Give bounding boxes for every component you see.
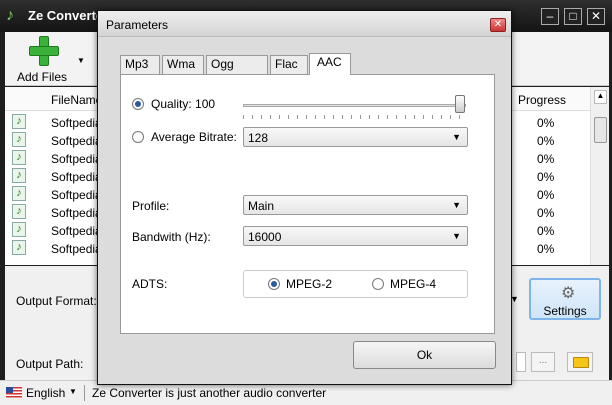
row-progress: 0%: [537, 116, 555, 130]
chevron-down-icon: ▼: [452, 132, 461, 142]
row-progress: 0%: [537, 152, 555, 166]
audio-file-icon: ♪: [12, 240, 26, 255]
quality-radio[interactable]: [132, 98, 144, 110]
status-text: Ze Converter is just another audio conve…: [92, 386, 327, 400]
adts-mpeg4-label: MPEG-4: [390, 277, 437, 291]
audio-file-icon: ♪: [12, 168, 26, 183]
dialog-title-bar: Parameters ✕: [98, 11, 511, 37]
tab-ogg-vorbis[interactable]: Ogg Vorbis: [206, 55, 268, 88]
output-path-label: Output Path:: [16, 357, 84, 371]
audio-file-icon: ♪: [12, 222, 26, 237]
output-path-input[interactable]: [516, 352, 526, 372]
language-selector[interactable]: English: [26, 386, 65, 400]
chevron-up-icon[interactable]: ▲: [594, 90, 607, 104]
open-folder-button[interactable]: [567, 352, 593, 372]
chevron-down-icon[interactable]: ▼: [77, 56, 85, 65]
row-filename: Softpedia: [51, 224, 102, 238]
plus-icon: [29, 36, 59, 66]
folder-icon: [573, 357, 589, 368]
vertical-scrollbar[interactable]: ▲: [590, 87, 609, 265]
audio-file-icon: ♪: [12, 132, 26, 147]
output-format-label: Output Format:: [16, 294, 97, 308]
quality-slider[interactable]: [243, 104, 466, 107]
maximize-button[interactable]: □: [564, 8, 582, 25]
row-filename: Softpedia: [51, 152, 102, 166]
adts-mpeg2-label: MPEG-2: [286, 277, 333, 291]
quality-label: Quality: 100: [151, 97, 216, 111]
row-progress: 0%: [537, 224, 555, 238]
aac-settings-panel: Quality: 100 Average Bitrate: 128 ▼ Prof…: [120, 74, 495, 334]
settings-button[interactable]: ⚙ Settings: [529, 278, 601, 320]
slider-ticks: [243, 115, 466, 119]
adts-group: MPEG-2 MPEG-4: [243, 270, 468, 298]
us-flag-icon: [6, 387, 22, 398]
chevron-down-icon: ▼: [452, 231, 461, 241]
browse-button[interactable]: ...: [531, 352, 555, 372]
audio-file-icon: ♪: [12, 186, 26, 201]
profile-label: Profile:: [132, 199, 170, 213]
row-progress: 0%: [537, 134, 555, 148]
average-bitrate-select[interactable]: 128 ▼: [243, 127, 468, 147]
add-files-button[interactable]: Add Files: [9, 34, 79, 84]
add-files-label: Add Files: [16, 70, 68, 84]
chevron-down-icon: ▼: [452, 200, 461, 210]
profile-value: Main: [248, 199, 275, 213]
profile-select[interactable]: Main ▼: [243, 195, 468, 215]
row-filename: Softpedia: [51, 116, 102, 130]
adts-mpeg2-radio[interactable]: [268, 278, 280, 290]
dialog-close-button[interactable]: ✕: [490, 18, 506, 32]
status-separator: [84, 385, 85, 401]
column-header-progress[interactable]: Progress: [518, 93, 566, 107]
audio-file-icon: ♪: [12, 150, 26, 165]
column-header-filename[interactable]: FileName: [51, 93, 102, 107]
row-progress: 0%: [537, 170, 555, 184]
audio-file-icon: ♪: [12, 114, 26, 129]
settings-label: Settings: [543, 304, 587, 318]
ok-button[interactable]: Ok: [353, 341, 496, 369]
row-progress: 0%: [537, 242, 555, 256]
row-progress: 0%: [537, 188, 555, 202]
row-filename: Softpedia: [51, 170, 102, 184]
adts-label: ADTS:: [132, 277, 168, 291]
close-button[interactable]: ✕: [587, 8, 605, 25]
tab-mp3[interactable]: Mp3: [120, 55, 160, 74]
scrollbar-thumb[interactable]: [594, 117, 607, 143]
quality-slider-thumb[interactable]: [455, 95, 465, 113]
row-filename: Softpedia: [51, 134, 102, 148]
row-filename: Softpedia: [51, 242, 102, 256]
average-bitrate-value: 128: [248, 131, 269, 145]
row-filename: Softpedia: [51, 206, 102, 220]
chevron-down-icon[interactable]: ▼: [69, 387, 77, 396]
audio-file-icon: ♪: [12, 204, 26, 219]
adts-mpeg4-radio[interactable]: [372, 278, 384, 290]
music-note-icon: ♪: [6, 7, 14, 24]
dialog-title: Parameters: [106, 18, 169, 32]
parameters-dialog: Parameters ✕ Mp3 Wma Ogg Vorbis Flac AAC…: [97, 10, 512, 385]
average-bitrate-radio[interactable]: [132, 131, 144, 143]
gear-icon: ⚙: [561, 285, 576, 302]
minimize-button[interactable]: –: [541, 8, 559, 25]
bandwidth-value: 16000: [248, 230, 282, 244]
tab-aac[interactable]: AAC: [309, 53, 351, 75]
tab-wma[interactable]: Wma: [162, 55, 204, 74]
format-tabs: Mp3 Wma Ogg Vorbis Flac AAC: [120, 53, 500, 88]
bandwidth-label: Bandwith (Hz):: [132, 230, 211, 244]
bandwidth-select[interactable]: 16000 ▼: [243, 226, 468, 246]
tab-flac[interactable]: Flac: [270, 55, 308, 74]
row-filename: Softpedia: [51, 188, 102, 202]
average-bitrate-label: Average Bitrate:: [151, 130, 237, 144]
row-progress: 0%: [537, 206, 555, 220]
